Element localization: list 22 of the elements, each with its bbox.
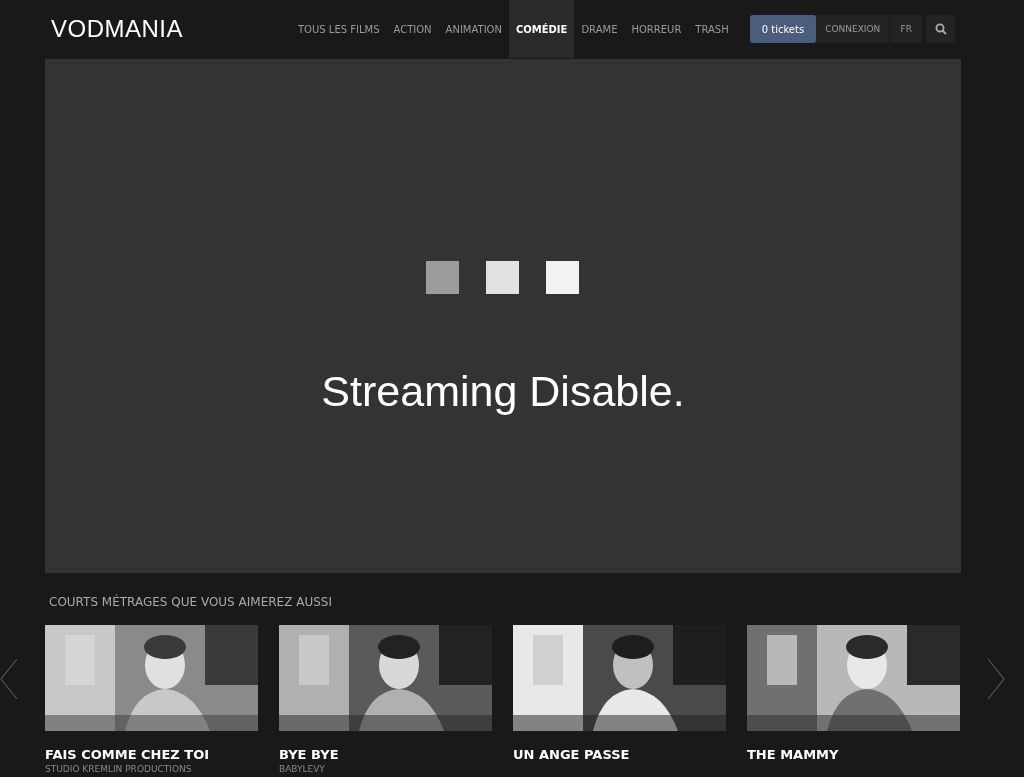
section-title: COURTS MÉTRAGES QUE VOUS AIMEREZ AUSSI bbox=[49, 595, 333, 609]
film-title[interactable]: FAIS COMME CHEZ TOI bbox=[45, 747, 258, 762]
streaming-message: Streaming Disable. bbox=[321, 367, 685, 416]
language-button[interactable]: FR bbox=[890, 15, 923, 43]
film-title[interactable]: UN ANGE PASSE bbox=[513, 747, 726, 762]
nav-tab[interactable]: TOUS LES FILMS bbox=[291, 0, 387, 58]
search-button[interactable] bbox=[926, 15, 956, 43]
search-icon bbox=[934, 23, 947, 35]
film-title[interactable]: BYE BYE bbox=[279, 747, 492, 762]
nav-tab[interactable]: ANIMATION bbox=[438, 0, 509, 58]
logo[interactable]: VODMANIA bbox=[51, 15, 291, 43]
tickets-button[interactable]: 0 tickets bbox=[749, 15, 817, 43]
film-title[interactable]: THE MAMMY bbox=[747, 747, 960, 762]
loading-icon bbox=[426, 261, 580, 294]
nav-tab[interactable]: COMÉDIE bbox=[508, 0, 575, 58]
login-button[interactable]: CONNEXION bbox=[816, 15, 891, 43]
nav-tab[interactable]: DRAME bbox=[574, 0, 625, 58]
nav-tab[interactable]: ACTION bbox=[386, 0, 439, 58]
nav-tab[interactable]: HORREUR bbox=[624, 0, 689, 58]
film-studio: BABYLEVY bbox=[279, 764, 326, 774]
nav-tab[interactable]: TRASH bbox=[688, 0, 736, 58]
film-studio: STUDIO KREMLIN PRODUCTIONS bbox=[45, 764, 193, 774]
